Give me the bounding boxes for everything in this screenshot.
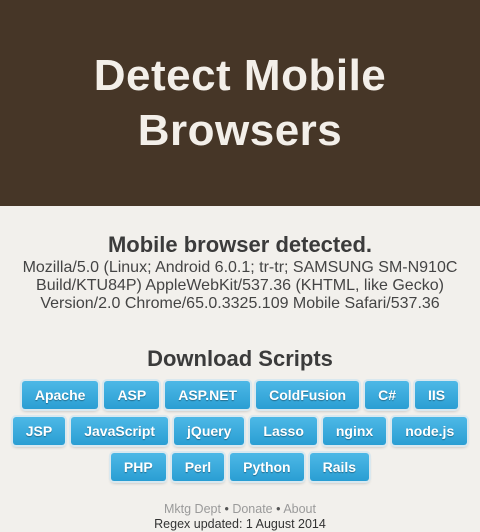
download-aspnet-button[interactable]: ASP.NET xyxy=(165,381,251,409)
download-jquery-button[interactable]: jQuery xyxy=(174,417,245,445)
download-python-button[interactable]: Python xyxy=(230,453,304,481)
detection-title: Mobile browser detected. xyxy=(107,232,373,257)
download-apache-button[interactable]: Apache xyxy=(21,381,99,409)
download-coldfusion-button[interactable]: ColdFusion xyxy=(256,381,360,409)
download-php-button[interactable]: PHP xyxy=(110,453,166,481)
download-row-1: Apache ASP ASP.NET ColdFusion C# IIS xyxy=(0,381,480,409)
download-javascript-button[interactable]: JavaScript xyxy=(71,417,169,445)
user-agent-string: Mozilla/5.0 (Linux; Android 6.0.1; tr-tr… xyxy=(22,259,458,312)
footer-link-mktg-dept[interactable]: Mktg Dept xyxy=(164,502,221,516)
download-nginx-button[interactable]: nginx xyxy=(322,417,387,445)
footer-separator: • xyxy=(224,502,229,516)
download-asp-button[interactable]: ASP xyxy=(104,381,160,409)
footer-links: Mktg Dept • Donate • About xyxy=(0,502,480,517)
footer-separator: • xyxy=(276,502,281,516)
download-row-2: JSP JavaScript jQuery Lasso nginx node.j… xyxy=(0,417,480,445)
download-scripts-title: Download Scripts xyxy=(147,346,333,371)
download-nodejs-button[interactable]: node.js xyxy=(392,417,468,445)
download-jsp-button[interactable]: JSP xyxy=(12,417,66,445)
footer-link-about[interactable]: About xyxy=(283,502,316,516)
page-title: Detect Mobile Browsers xyxy=(93,51,387,155)
footer-link-donate[interactable]: Donate xyxy=(232,502,272,516)
main-content: Mobile browser detected. Mozilla/5.0 (Li… xyxy=(0,206,480,532)
download-lasso-button[interactable]: Lasso xyxy=(250,417,317,445)
download-csharp-button[interactable]: C# xyxy=(365,381,410,409)
download-iis-button[interactable]: IIS xyxy=(415,381,459,409)
download-perl-button[interactable]: Perl xyxy=(171,453,225,481)
page-header: Detect Mobile Browsers xyxy=(0,0,480,206)
download-rails-button[interactable]: Rails xyxy=(309,453,370,481)
download-row-3: PHP Perl Python Rails xyxy=(0,453,480,481)
